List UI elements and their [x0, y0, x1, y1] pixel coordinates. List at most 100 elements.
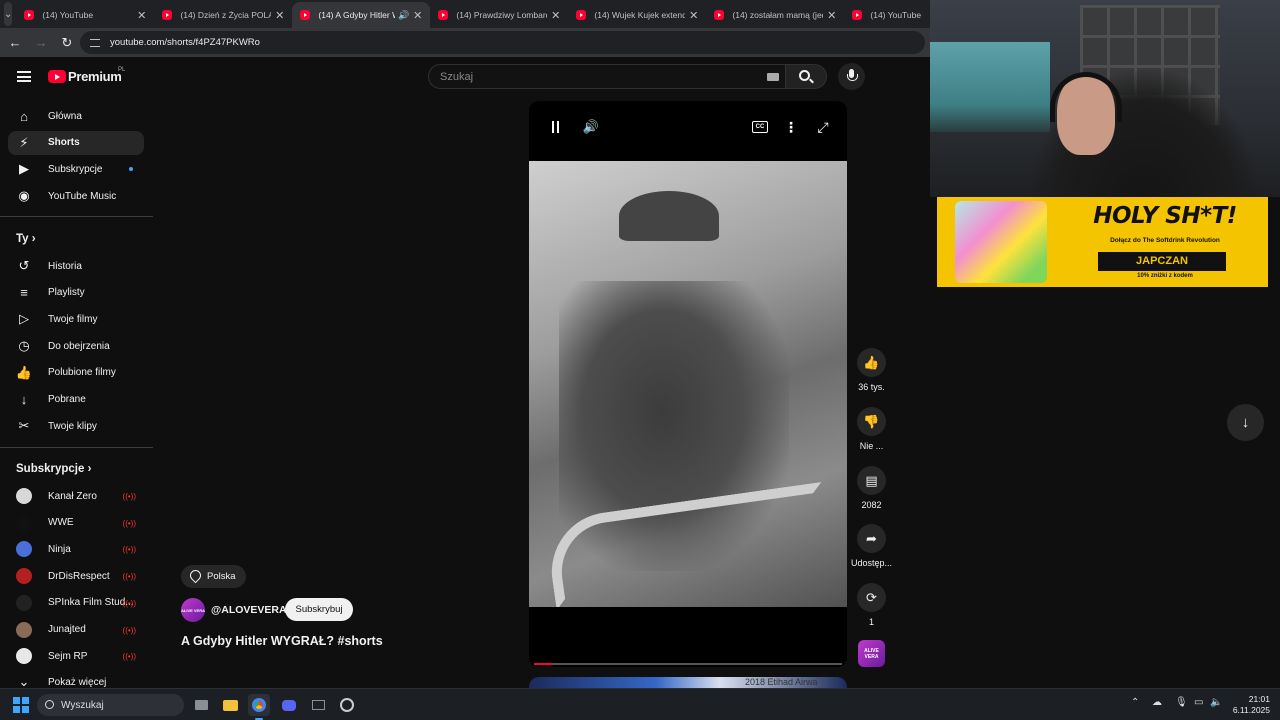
tab-search-dropdown-icon[interactable]: ⌄	[4, 2, 13, 26]
more-options-icon[interactable]: ⋮	[784, 119, 798, 135]
location-chip[interactable]: Polska	[181, 565, 246, 588]
dislike-button[interactable]: 👎	[857, 407, 886, 436]
search-input[interactable]: Szukaj	[428, 64, 786, 89]
next-short-button[interactable]: ↓	[1227, 404, 1264, 441]
video-frame[interactable]	[529, 161, 847, 607]
like-count: 36 tys.	[858, 382, 885, 392]
sidebar-item-label: Junajted	[48, 624, 86, 635]
url-text: youtube.com/shorts/f4PZ47PKWRo	[110, 37, 260, 48]
sidebar-item-label: Twoje filmy	[48, 313, 98, 325]
sidebar-item[interactable]: SPInka Film Stud... ((•))	[8, 591, 144, 615]
sidebar-item[interactable]: Junajted ((•))	[8, 618, 144, 642]
youtube-header: Premium PL Szukaj	[0, 57, 930, 97]
share-button[interactable]: ➦	[857, 524, 886, 553]
your-videos-icon: ▷	[19, 311, 29, 327]
next-short-preview[interactable]: 2018 Etihad Airwa	[529, 677, 847, 688]
clips-icon: ✂	[18, 418, 30, 434]
channel-handle[interactable]: @ALOVEVERA	[211, 604, 287, 616]
discord-icon[interactable]	[278, 694, 300, 716]
back-icon[interactable]: ←	[4, 32, 26, 54]
tray-overflow-icon[interactable]: ⌃	[1131, 697, 1139, 708]
youtube-favicon-icon	[852, 10, 863, 20]
youtube-favicon-icon	[438, 10, 449, 20]
sidebar-item-label: SPInka Film Stud...	[48, 597, 134, 609]
close-tab-icon[interactable]: ✕	[551, 9, 560, 22]
file-explorer-icon[interactable]	[219, 694, 241, 716]
forward-icon[interactable]: →	[30, 32, 52, 54]
sidebar-you-heading[interactable]: Ty ›	[16, 233, 36, 245]
search-button[interactable]	[786, 64, 827, 89]
voice-search-icon[interactable]	[838, 63, 865, 90]
sidebar-item[interactable]: ✂ Twoje klipy	[8, 414, 144, 438]
cloud-icon[interactable]: ☁	[1152, 697, 1162, 708]
pause-icon[interactable]	[550, 119, 560, 135]
sidebar-item[interactable]: ↓ Pobrane	[8, 388, 144, 412]
audio-channel-thumbnail[interactable]: ALIVE VERA	[858, 640, 885, 667]
reload-icon[interactable]: ↻	[56, 32, 78, 54]
youtube-logo-icon[interactable]	[48, 70, 66, 83]
app-window-icon[interactable]	[307, 694, 329, 716]
speaker-icon[interactable]: 🔈	[1210, 697, 1222, 708]
browser-tab[interactable]: (14) Dzień z Życia POLAKA✕	[154, 2, 292, 28]
taskbar-search[interactable]: Wyszukaj	[37, 694, 184, 716]
youtube-favicon-icon	[714, 10, 725, 20]
remix-button[interactable]: ⟳	[857, 583, 886, 612]
browser-tab[interactable]: (14) Prawdziwy Lombard ✕	[430, 2, 568, 28]
sidebar-subscriptions-heading[interactable]: Subskrypcje ›	[16, 463, 91, 475]
sidebar-item-label: YouTube Music	[48, 190, 117, 202]
address-bar[interactable]: youtube.com/shorts/f4PZ47PKWRo	[80, 31, 925, 54]
sidebar-item[interactable]: ◷ Do obejrzenia	[8, 334, 144, 358]
close-tab-icon[interactable]: ✕	[137, 9, 146, 22]
close-tab-icon[interactable]: ✕	[413, 9, 422, 22]
new-content-dot	[129, 167, 133, 172]
tab-audio-icon[interactable]: 🔊	[398, 10, 409, 21]
subscribe-button[interactable]: Subskrybuj	[285, 598, 353, 621]
volume-icon[interactable]: 🔊	[583, 119, 599, 135]
browser-tab[interactable]: (14) Wujek Kujek extende ✕	[568, 2, 706, 28]
sidebar-item[interactable]: ◉ YouTube Music	[8, 184, 144, 208]
sidebar-item[interactable]: ≡ Playlisty	[8, 281, 144, 305]
captions-icon[interactable]: CC	[752, 121, 768, 133]
menu-icon[interactable]	[17, 71, 31, 82]
progress-bar[interactable]	[534, 663, 842, 665]
shorts-player[interactable]: 🔊 CC ⋮ ⤢	[529, 101, 847, 667]
close-tab-icon[interactable]: ✕	[827, 9, 836, 22]
sidebar-item[interactable]: ⌂ Główna	[8, 104, 144, 128]
close-tab-icon[interactable]: ✕	[275, 9, 284, 22]
logo-text[interactable]: Premium	[68, 69, 122, 84]
browser-tab[interactable]: (14) YouTube ✕	[16, 2, 154, 28]
fullscreen-icon[interactable]: ⤢	[816, 119, 830, 135]
location-label: Polska	[207, 571, 236, 582]
windows-start-icon[interactable]	[13, 697, 29, 713]
history-icon: ↺	[18, 258, 30, 273]
clock-time: 21:01	[1248, 694, 1270, 704]
close-tab-icon[interactable]: ✕	[689, 9, 698, 22]
browser-tab[interactable]: (14) zostałam mamą (jedn ✕	[706, 2, 844, 28]
comments-button[interactable]: ▤	[857, 466, 886, 495]
sidebar-item[interactable]: ↺ Historia	[8, 254, 144, 278]
site-info-icon[interactable]	[90, 38, 100, 47]
chrome-icon[interactable]	[248, 694, 270, 720]
sidebar-item[interactable]: WWE ((•))	[8, 511, 144, 535]
display-icon[interactable]: ▭	[1194, 697, 1203, 708]
keyboard-icon[interactable]	[767, 73, 779, 81]
microphone-icon[interactable]: 🎙	[1175, 697, 1188, 708]
channel-avatar[interactable]: ALIVE VERA	[181, 598, 205, 622]
audio-thumb-text: ALIVE VERA	[864, 647, 879, 660]
obs-icon[interactable]	[336, 694, 358, 716]
system-clock[interactable]: 21:01 6.11.2025	[1226, 694, 1270, 716]
sidebar-item[interactable]: Sejm RP ((•))	[8, 644, 144, 668]
sidebar-item-label: Do obejrzenia	[48, 340, 110, 352]
like-button[interactable]: 👍	[857, 348, 886, 377]
sidebar-item[interactable]: ⚡ Shorts	[8, 130, 144, 155]
sidebar-item[interactable]: DrDisRespect ((•))	[8, 564, 144, 588]
task-view-icon[interactable]	[190, 694, 212, 716]
sidebar-item[interactable]: Kanał Zero ((•))	[8, 484, 144, 508]
browser-tab[interactable]: (14) A Gdyby Hitler W 🔊 ✕	[292, 2, 431, 28]
sidebar-item[interactable]: ▶ Subskrypcje	[8, 157, 144, 181]
sidebar-item[interactable]: Ninja ((•))	[8, 537, 144, 561]
short-title[interactable]: A Gdyby Hitler WYGRAŁ? #shorts	[181, 634, 383, 648]
sidebar-item[interactable]: 👍 Polubione filmy	[8, 361, 144, 385]
show-more-button[interactable]: ⌄ Pokaż więcej	[8, 670, 144, 688]
sidebar-item[interactable]: ▷ Twoje filmy	[8, 307, 144, 331]
